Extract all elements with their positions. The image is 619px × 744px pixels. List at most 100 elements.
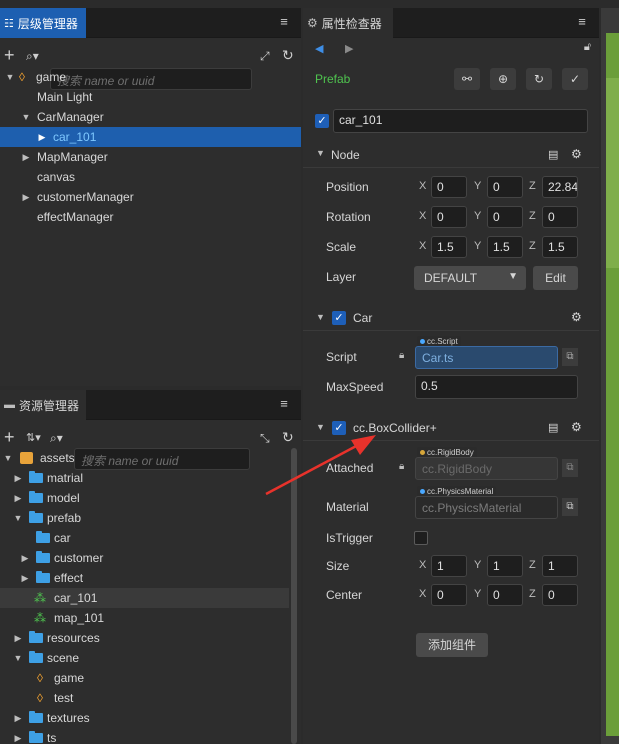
asset-prefab[interactable]: ▼ prefab [0,508,301,528]
rotation-y-input[interactable]: 0 [487,206,523,228]
asset-assets[interactable]: ▼ assets [0,448,301,468]
position-z-input[interactable]: 22.84 [542,176,578,198]
open-script-icon[interactable]: ⧉ [562,348,578,366]
tree-node-canvas[interactable]: canvas [0,167,301,187]
scale-y-input[interactable]: 1.5 [487,236,523,258]
script-asset-field[interactable]: Car.ts [415,346,558,369]
collapse-arrow-icon[interactable]: ▶ [37,127,47,147]
asset-scene-test[interactable]: ◊ test [0,688,301,708]
asset-ts[interactable]: ▶ ts [0,728,301,744]
position-y-input[interactable]: 0 [487,176,523,198]
asset-matrial[interactable]: ▶ matrial [0,468,301,488]
refresh-icon[interactable]: ↻ [282,429,294,445]
center-y-input[interactable]: 0 [487,584,523,606]
asset-textures[interactable]: ▶ textures [0,708,301,728]
asset-car-101[interactable]: ⁂ car_101 [0,588,289,608]
asset-customer[interactable]: ▶ customer [0,548,301,568]
collapse-arrow-icon[interactable]: ▶ [21,147,31,167]
car-section-header[interactable]: ▼ ✓ Car ⚙ [303,305,599,331]
expand-icon[interactable]: ⤢ [260,48,270,64]
axis-z-label[interactable]: Z [529,240,536,252]
tab-inspector[interactable]: ⚙ 属性检查器 [303,8,393,38]
scale-z-input[interactable]: 1.5 [542,236,578,258]
tab-hierarchy[interactable]: ☷ 层级管理器 [0,8,86,38]
revert-prefab-button[interactable]: ↻ [526,68,552,90]
asset-effect[interactable]: ▶ effect [0,568,301,588]
center-x-input[interactable]: 0 [431,584,467,606]
collapse-arrow-icon[interactable]: ▶ [13,628,23,648]
axis-y-label[interactable]: Y [474,588,481,600]
size-x-input[interactable]: 1 [431,555,467,577]
back-arrow-icon[interactable]: ◀ [315,42,323,55]
collapse-arrow-icon[interactable]: ▶ [13,728,23,744]
add-icon[interactable]: + [4,428,15,446]
tree-node-effectmanager[interactable]: effectManager [0,207,301,227]
open-asset-icon[interactable]: ⧉ [562,459,578,477]
axis-x-label[interactable]: X [419,180,426,192]
open-asset-icon[interactable]: ⧉ [562,498,578,516]
material-asset-field[interactable]: cc.PhysicsMaterial [415,496,558,519]
axis-x-label[interactable]: X [419,559,426,571]
tree-node-mapmanager[interactable]: ▶ MapManager [0,147,301,167]
axis-y-label[interactable]: Y [474,180,481,192]
search-filter-icon[interactable]: ⌕▾ [26,48,39,64]
refresh-icon[interactable]: ↻ [282,47,294,63]
expand-arrow-icon[interactable]: ▼ [3,448,13,468]
expand-arrow-icon[interactable]: ▼ [5,67,15,87]
collapse-arrow-icon[interactable]: ▶ [13,468,23,488]
axis-z-label[interactable]: Z [529,210,536,222]
axis-y-label[interactable]: Y [474,559,481,571]
tree-node-carmanager[interactable]: ▼ CarManager [0,107,301,127]
assets-menu-icon[interactable]: ≡ [277,397,291,411]
layer-select[interactable]: DEFAULT ▼ [414,266,526,290]
rotation-x-input[interactable]: 0 [431,206,467,228]
maxspeed-input[interactable]: 0.5 [415,375,578,399]
rotation-z-input[interactable]: 0 [542,206,578,228]
attached-asset-field[interactable]: cc.RigidBody [415,457,558,480]
scale-x-input[interactable]: 1.5 [431,236,467,258]
settings-gear-icon[interactable]: ⚙ [571,310,582,324]
axis-y-label[interactable]: Y [474,210,481,222]
node-section-header[interactable]: ▼ Node ▤ ⚙ [303,142,599,168]
hierarchy-menu-icon[interactable]: ≡ [277,15,291,29]
expand-arrow-icon[interactable]: ▼ [316,148,325,158]
locate-prefab-button[interactable]: ⊕ [490,68,516,90]
axis-z-label[interactable]: Z [529,588,536,600]
node-active-checkbox[interactable]: ✓ [315,114,329,128]
add-component-button[interactable]: 添加组件 [416,633,488,657]
position-x-input[interactable]: 0 [431,176,467,198]
collapse-arrow-icon[interactable]: ▶ [20,548,30,568]
istrigger-checkbox[interactable] [414,531,428,545]
node-name-input[interactable]: car_101 [333,109,588,133]
tree-node-customermanager[interactable]: ▶ customerManager [0,187,301,207]
axis-y-label[interactable]: Y [474,240,481,252]
expand-arrow-icon[interactable]: ▼ [21,107,31,127]
collapse-arrow-icon[interactable]: ▶ [13,708,23,728]
axis-x-label[interactable]: X [419,210,426,222]
collapse-arrow-icon[interactable]: ▶ [13,488,23,508]
help-book-icon[interactable]: ▤ [548,148,558,161]
help-book-icon[interactable]: ▤ [548,421,558,434]
expand-arrow-icon[interactable]: ▼ [13,508,23,528]
tree-node-game[interactable]: ▼ ◊ game [0,67,301,87]
expand-arrow-icon[interactable]: ▼ [13,648,23,668]
search-filter-icon[interactable]: ⌕▾ [50,430,63,446]
settings-gear-icon[interactable]: ⚙ [571,420,582,434]
axis-x-label[interactable]: X [419,588,426,600]
add-icon[interactable]: + [4,46,15,64]
tree-node-main-light[interactable]: Main Light [0,87,301,107]
apply-prefab-button[interactable]: ✓ [562,68,588,90]
tab-assets[interactable]: ▬ 资源管理器 [0,390,86,420]
forward-arrow-icon[interactable]: ▶ [345,42,353,55]
axis-z-label[interactable]: Z [529,559,536,571]
asset-scene-game[interactable]: ◊ game [0,668,301,688]
collapse-arrow-icon[interactable]: ▶ [20,568,30,588]
axis-x-label[interactable]: X [419,240,426,252]
boxcollider-section-header[interactable]: ▼ ✓ cc.BoxCollider+ ▤ ⚙ [303,415,599,441]
tree-node-car-101[interactable]: ▶ car_101 [0,127,301,147]
asset-model[interactable]: ▶ model [0,488,301,508]
asset-resources[interactable]: ▶ resources [0,628,301,648]
car-enabled-checkbox[interactable]: ✓ [332,311,346,325]
boxcollider-enabled-checkbox[interactable]: ✓ [332,421,346,435]
size-z-input[interactable]: 1 [542,555,578,577]
